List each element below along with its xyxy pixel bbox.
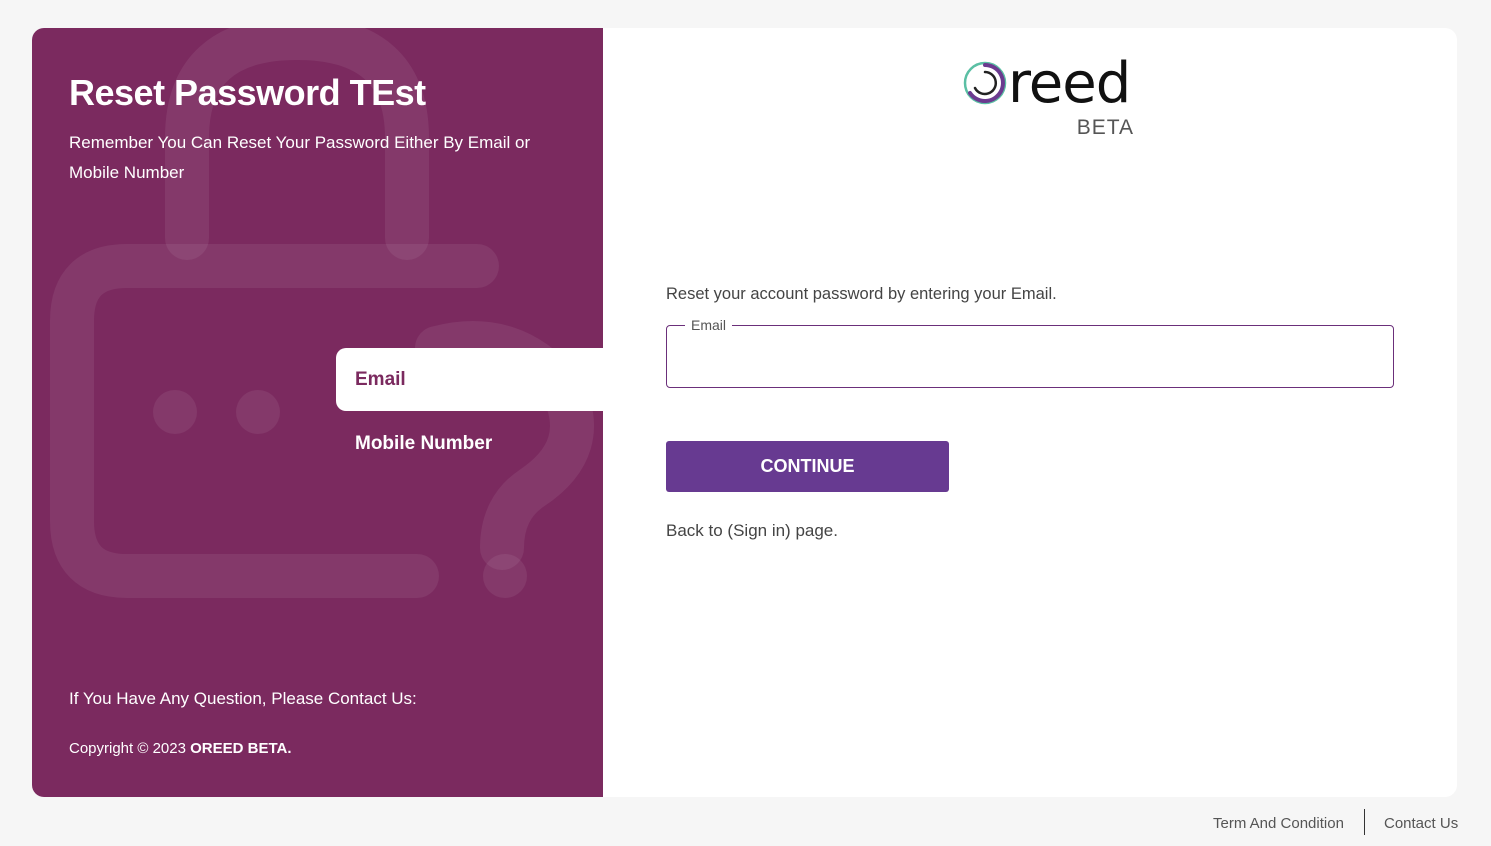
email-input[interactable] bbox=[681, 340, 1371, 374]
contact-question: If You Have Any Question, Please Contact… bbox=[69, 689, 417, 708]
tab-mobile-number-label: Mobile Number bbox=[355, 432, 493, 454]
tab-mobile-number[interactable]: Mobile Number bbox=[336, 412, 603, 475]
page-subtitle: Remember You Can Reset Your Password Eit… bbox=[69, 133, 531, 182]
logo-wordmark: reed bbox=[1008, 51, 1131, 116]
info-panel: Reset Password TEst Remember You Can Res… bbox=[32, 28, 603, 797]
copyright-brand: OREED BETA. bbox=[190, 740, 292, 757]
oreed-ring-logo-icon bbox=[963, 61, 1007, 105]
tab-email-label: Email bbox=[355, 368, 406, 390]
reset-password-card: Reset Password TEst Remember You Can Res… bbox=[32, 28, 1457, 797]
footer-divider bbox=[1364, 809, 1365, 835]
tab-email[interactable]: Email bbox=[336, 348, 603, 411]
copyright: Copyright © 2023 OREED BETA. bbox=[69, 740, 292, 757]
back-to-sign-in-link[interactable]: Back to (Sign in) page. bbox=[666, 521, 838, 541]
page-title: Reset Password TEst bbox=[69, 72, 426, 113]
copyright-prefix: Copyright © 2023 bbox=[69, 740, 186, 757]
form-description: Reset your account password by entering … bbox=[666, 285, 1057, 303]
continue-button[interactable]: CONTINUE bbox=[666, 441, 949, 492]
contact-us-link[interactable]: Contact Us bbox=[1384, 815, 1458, 832]
email-field-label: Email bbox=[685, 317, 733, 333]
logo-beta-badge: BETA bbox=[1076, 116, 1134, 139]
terms-link[interactable]: Term And Condition bbox=[1213, 815, 1344, 832]
oreed-logo: reed BETA bbox=[962, 52, 1134, 139]
email-field[interactable]: Email bbox=[666, 317, 1394, 388]
